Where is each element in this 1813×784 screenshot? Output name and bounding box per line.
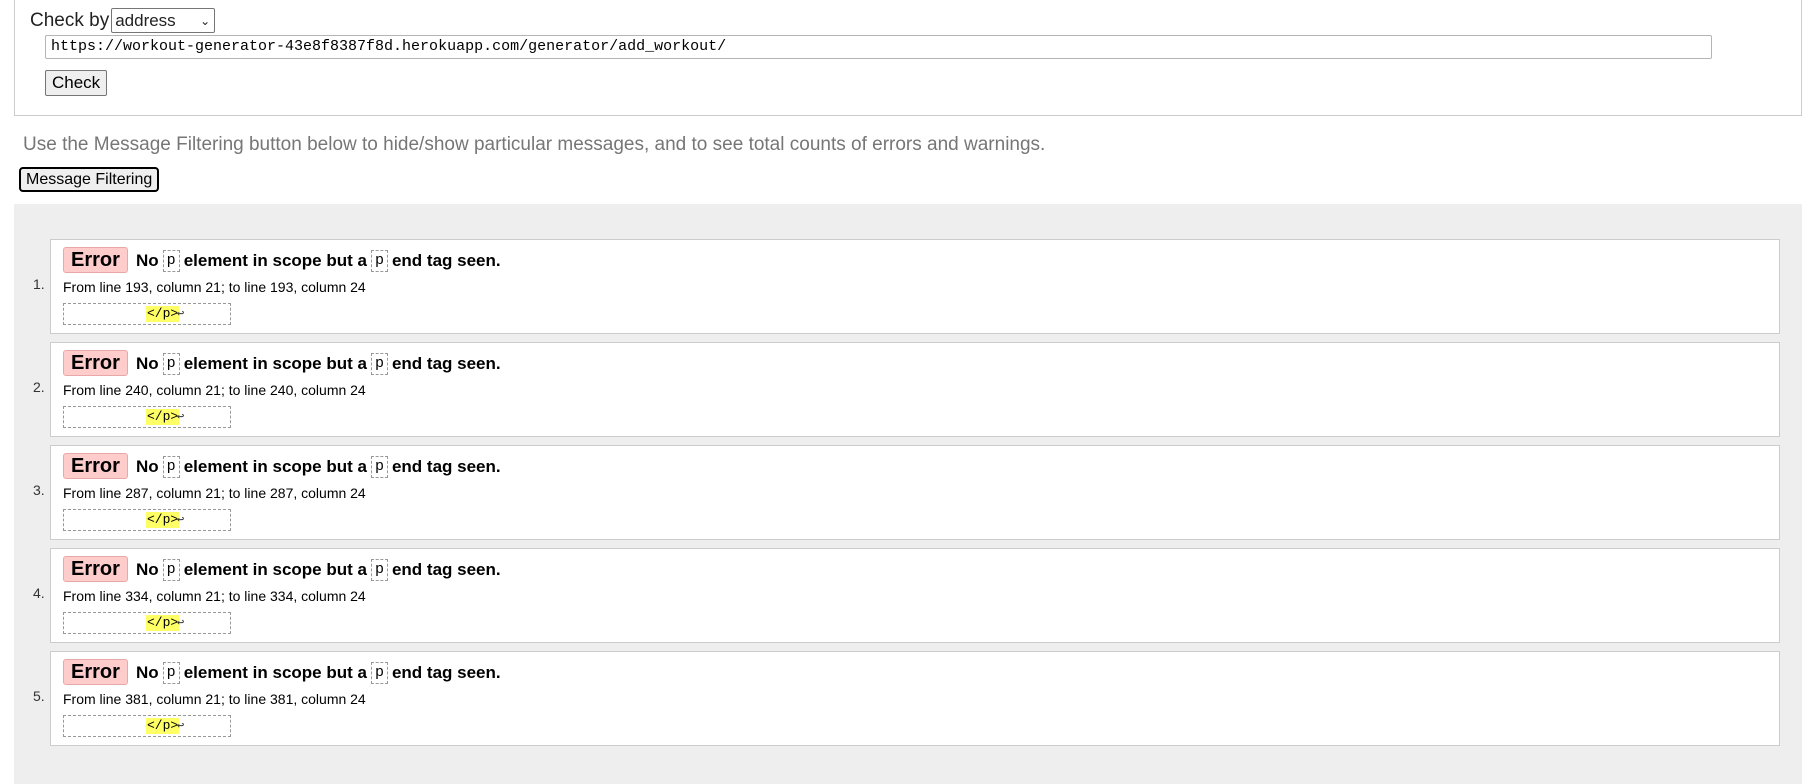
error-message: Error No p element in scope but a p end … bbox=[50, 342, 1780, 437]
message-text-part: end tag seen. bbox=[391, 457, 501, 476]
code-token: p bbox=[370, 559, 388, 581]
check-by-row: Check by address ⌄ bbox=[30, 8, 216, 33]
error-message: Error No p element in scope but a p end … bbox=[50, 548, 1780, 643]
code-token: p bbox=[370, 456, 388, 478]
message-number: 4. bbox=[33, 585, 45, 601]
code-extract: </p> ↩ bbox=[63, 303, 231, 325]
message-number: 2. bbox=[33, 379, 45, 395]
message-text-part: element in scope but a bbox=[183, 354, 367, 373]
message-location[interactable]: From line 381, column 21; to line 381, c… bbox=[63, 691, 366, 707]
return-icon: ↩ bbox=[177, 719, 185, 733]
error-badge: Error bbox=[63, 659, 128, 685]
code-token: p bbox=[162, 456, 180, 478]
message-number: 1. bbox=[33, 276, 45, 292]
message-text: No p element in scope but a p end tag se… bbox=[136, 250, 501, 272]
message-text-part: element in scope but a bbox=[183, 560, 367, 579]
chevron-down-icon: ⌄ bbox=[200, 13, 211, 28]
results-panel: 1. Error No p element in scope but a p e… bbox=[14, 204, 1802, 784]
message-location[interactable]: From line 287, column 21; to line 287, c… bbox=[63, 485, 366, 501]
error-badge: Error bbox=[63, 350, 128, 376]
message-text-part: end tag seen. bbox=[391, 251, 501, 270]
code-extract: </p> ↩ bbox=[63, 612, 231, 634]
code-extract: </p> ↩ bbox=[63, 509, 231, 531]
message-text: No p element in scope but a p end tag se… bbox=[136, 456, 501, 478]
code-extract: </p> ↩ bbox=[63, 715, 231, 737]
code-token: p bbox=[162, 353, 180, 375]
message-text-part: end tag seen. bbox=[391, 663, 501, 682]
message-text-part: No bbox=[136, 354, 159, 373]
code-token: p bbox=[162, 662, 180, 684]
message-location[interactable]: From line 193, column 21; to line 193, c… bbox=[63, 279, 366, 295]
code-token: p bbox=[162, 559, 180, 581]
check-by-label: Check by bbox=[30, 9, 110, 31]
message-text-part: element in scope but a bbox=[183, 663, 367, 682]
error-message: Error No p element in scope but a p end … bbox=[50, 239, 1780, 334]
extract-highlight: </p> bbox=[146, 718, 180, 734]
error-badge: Error bbox=[63, 247, 128, 273]
extract-highlight: </p> bbox=[146, 409, 180, 425]
url-input[interactable]: https://workout-generator-43e8f8387f8d.h… bbox=[45, 35, 1712, 59]
message-text-part: No bbox=[136, 560, 159, 579]
code-token: p bbox=[370, 662, 388, 684]
message-text: No p element in scope but a p end tag se… bbox=[136, 662, 501, 684]
message-number: 5. bbox=[33, 688, 45, 704]
check-by-select-value: address bbox=[115, 10, 176, 30]
code-token: p bbox=[370, 353, 388, 375]
message-number: 3. bbox=[33, 482, 45, 498]
message-location[interactable]: From line 240, column 21; to line 240, c… bbox=[63, 382, 366, 398]
message-text-part: end tag seen. bbox=[391, 354, 501, 373]
return-icon: ↩ bbox=[177, 513, 185, 527]
return-icon: ↩ bbox=[177, 307, 185, 321]
message-text-part: element in scope but a bbox=[183, 251, 367, 270]
error-badge: Error bbox=[63, 453, 128, 479]
message-filtering-button[interactable]: Message Filtering bbox=[19, 167, 160, 192]
extract-highlight: </p> bbox=[146, 306, 180, 322]
message-location[interactable]: From line 334, column 21; to line 334, c… bbox=[63, 588, 366, 604]
message-text: No p element in scope but a p end tag se… bbox=[136, 559, 501, 581]
return-icon: ↩ bbox=[177, 410, 185, 424]
return-icon: ↩ bbox=[177, 616, 185, 630]
check-by-select[interactable]: address ⌄ bbox=[111, 8, 216, 33]
error-message: Error No p element in scope but a p end … bbox=[50, 651, 1780, 746]
message-text-part: No bbox=[136, 663, 159, 682]
message-text: No p element in scope but a p end tag se… bbox=[136, 353, 501, 375]
message-text-part: end tag seen. bbox=[391, 560, 501, 579]
message-text-part: No bbox=[136, 457, 159, 476]
code-extract: </p> ↩ bbox=[63, 406, 231, 428]
extract-highlight: </p> bbox=[146, 615, 180, 631]
error-message: Error No p element in scope but a p end … bbox=[50, 445, 1780, 540]
message-text-part: No bbox=[136, 251, 159, 270]
filter-hint: Use the Message Filtering button below t… bbox=[23, 134, 1046, 155]
check-button[interactable]: Check bbox=[45, 70, 108, 96]
message-text-part: element in scope but a bbox=[183, 457, 367, 476]
code-token: p bbox=[162, 250, 180, 272]
code-token: p bbox=[370, 250, 388, 272]
error-badge: Error bbox=[63, 556, 128, 582]
extract-highlight: </p> bbox=[146, 512, 180, 528]
